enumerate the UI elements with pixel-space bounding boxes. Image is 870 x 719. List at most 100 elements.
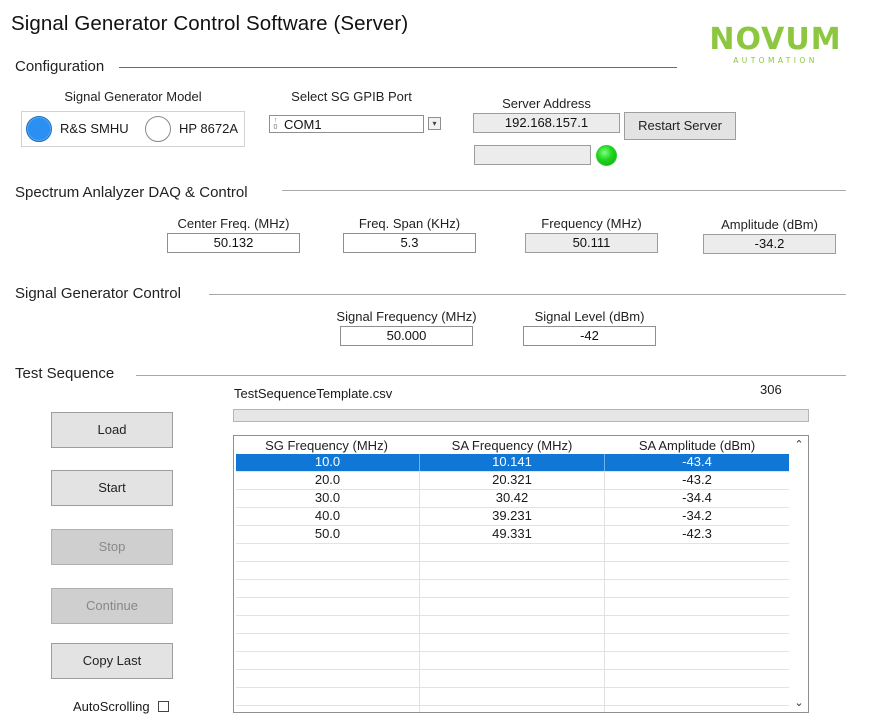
table-cell: 20.0 [236, 472, 420, 489]
copy-last-button[interactable]: Copy Last [51, 643, 173, 679]
app-title: Signal Generator Control Software (Serve… [11, 12, 409, 35]
table-row[interactable]: 30.0 30.42 -34.4 [236, 490, 789, 508]
scroll-down-icon[interactable]: ⌄ [793, 697, 805, 709]
table-cell [420, 634, 605, 651]
table-cell [236, 598, 420, 615]
restart-server-button[interactable]: Restart Server [624, 112, 736, 140]
table-cell: 20.321 [420, 472, 605, 489]
chevron-down-icon[interactable]: ▾ [428, 117, 441, 130]
table-row-empty [236, 670, 789, 688]
table-cell [420, 670, 605, 687]
table-row[interactable]: 20.0 20.321 -43.2 [236, 472, 789, 490]
table-cell: 39.231 [420, 508, 605, 525]
table-cell [420, 544, 605, 561]
table-cell [605, 562, 789, 579]
table-row-empty [236, 706, 789, 712]
table-cell [236, 706, 420, 712]
table-cell: 10.0 [236, 454, 420, 471]
server-address-label: Server Address [502, 96, 591, 111]
table-row-empty [236, 562, 789, 580]
spectrum-divider [282, 190, 846, 191]
table-row-empty [236, 616, 789, 634]
table-cell: 30.0 [236, 490, 420, 507]
table-cell: -34.4 [682, 490, 712, 505]
table-cell [236, 634, 420, 651]
novum-logo: NOVUM AUTOMATION [703, 25, 848, 67]
table-cell [236, 562, 420, 579]
gpib-port-value: COM1 [284, 117, 322, 132]
gpib-port-select[interactable]: ↑ 0 COM1 [269, 115, 424, 133]
results-table-header: SG Frequency (MHz) SA Frequency (MHz) SA… [234, 436, 789, 455]
sequence-progress-bar [233, 409, 809, 422]
table-cell [605, 616, 789, 633]
load-button[interactable]: Load [51, 412, 173, 448]
table-cell: 49.331 [420, 526, 605, 543]
scroll-up-icon[interactable]: ⌃ [793, 439, 805, 451]
gpib-index-spinner[interactable]: ↑ 0 [271, 117, 280, 131]
table-row-empty [236, 688, 789, 706]
radio-hp-8672a[interactable] [145, 116, 171, 142]
table-cell [236, 652, 420, 669]
radio-rs-smhu-label: R&S SMHU [60, 121, 129, 136]
table-cell [605, 706, 789, 712]
table-cell [420, 616, 605, 633]
autoscroll-checkbox[interactable] [158, 701, 169, 712]
sequence-counter: 306 [760, 382, 782, 397]
amplitude-label: Amplitude (dBm) [721, 217, 818, 232]
signal-frequency-label: Signal Frequency (MHz) [336, 309, 477, 324]
column-header-sa-frequency[interactable]: SA Frequency (MHz) [420, 436, 604, 455]
table-cell [236, 616, 420, 633]
center-freq-label: Center Freq. (MHz) [177, 216, 290, 231]
table-cell: 10.141 [420, 454, 605, 471]
results-table-body: 10.0 10.141 -43.4 20.0 20.321 -43.2 30.0 30.42 -… [236, 454, 789, 712]
sg-model-radio-group: R&S SMHU HP 8672A [21, 111, 245, 147]
table-cell: -43.2 [682, 472, 712, 487]
logo-wordmark: NOVUM [709, 22, 842, 57]
spectrum-section-title: Spectrum Anlalyzer DAQ & Control [15, 184, 248, 201]
configuration-section-title: Configuration [15, 58, 105, 75]
results-table[interactable]: SG Frequency (MHz) SA Frequency (MHz) SA… [233, 435, 809, 713]
table-cell [420, 706, 605, 712]
table-row-empty [236, 544, 789, 562]
frequency-readout: 50.111 [525, 233, 658, 253]
column-header-sg-frequency[interactable]: SG Frequency (MHz) [234, 436, 419, 455]
table-row-empty [236, 598, 789, 616]
table-row[interactable]: 50.0 49.331 -42.3 [236, 526, 789, 544]
signal-frequency-input[interactable]: 50.000 [340, 326, 473, 346]
table-row[interactable]: 40.0 39.231 -34.2 [236, 508, 789, 526]
signal-level-label: Signal Level (dBm) [534, 309, 645, 324]
gpib-port-label: Select SG GPIB Port [291, 89, 412, 104]
table-cell: 40.0 [236, 508, 420, 525]
sequence-file-name: TestSequenceTemplate.csv [234, 386, 393, 401]
freq-span-label: Freq. Span (KHz) [358, 216, 461, 231]
table-cell [236, 580, 420, 597]
table-cell [420, 580, 605, 597]
spin-index-glyph: 0 [273, 124, 278, 131]
server-address-field: 192.168.157.1 [473, 113, 620, 133]
radio-rs-smhu[interactable] [26, 116, 52, 142]
table-cell [236, 670, 420, 687]
test-sequence-divider [136, 375, 846, 376]
table-cell [420, 598, 605, 615]
start-button[interactable]: Start [51, 470, 173, 506]
table-cell: -42.3 [682, 526, 712, 541]
sg-control-divider [209, 294, 846, 295]
table-row-empty [236, 580, 789, 598]
table-row[interactable]: 10.0 10.141 -43.4 [236, 454, 789, 472]
server-status-led [596, 145, 617, 166]
sg-control-section-title: Signal Generator Control [15, 285, 181, 302]
amplitude-readout: -34.2 [703, 234, 836, 254]
table-cell: -34.2 [682, 508, 712, 523]
frequency-label: Frequency (MHz) [541, 216, 642, 231]
table-cell [605, 598, 789, 615]
freq-span-input[interactable]: 5.3 [343, 233, 476, 253]
continue-button[interactable]: Continue [51, 588, 173, 624]
table-cell [605, 688, 789, 705]
center-freq-input[interactable]: 50.132 [167, 233, 300, 253]
signal-level-input[interactable]: -42 [523, 326, 656, 346]
logo-tagline: AUTOMATION [733, 56, 818, 65]
column-header-sa-amplitude[interactable]: SA Amplitude (dBm) [605, 436, 789, 455]
table-cell: 30.42 [420, 490, 605, 507]
stop-button[interactable]: Stop [51, 529, 173, 565]
table-cell [605, 652, 789, 669]
